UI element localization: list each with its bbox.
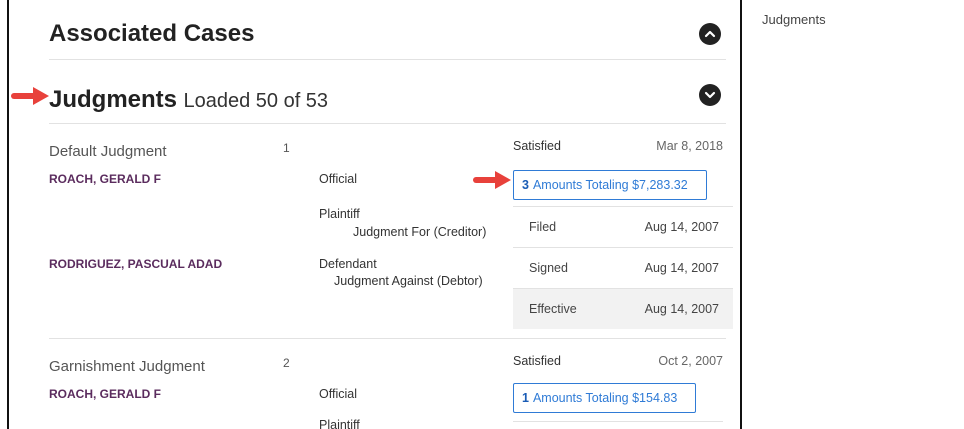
amount-label: Amounts Totaling $154.83 (532, 391, 678, 405)
divider (49, 59, 726, 60)
amounts-button[interactable]: 1 Amounts Totaling $154.83 (513, 383, 696, 413)
party-role-detail: Judgment For (Creditor) (353, 225, 487, 239)
chevron-down-icon[interactable] (699, 84, 721, 106)
amount-count: 3 (522, 178, 529, 192)
party-name[interactable]: RODRIGUEZ, PASCUAL ADAD (49, 257, 222, 271)
party-role: Official (319, 172, 357, 186)
date-row: Signed Aug 14, 2007 (513, 247, 733, 289)
associated-cases-title: Associated Cases (49, 20, 255, 47)
annotation-arrow-icon (473, 171, 511, 189)
annotation-arrow-icon (11, 87, 49, 105)
judgments-header[interactable]: Judgments Loaded 50 of 53 (49, 86, 726, 114)
judgment-type: Garnishment Judgment (49, 358, 205, 375)
party-role-detail: Judgment Against (Debtor) (334, 274, 483, 288)
judgment-status: Satisfied (513, 354, 561, 368)
judgment-number: 2 (283, 356, 290, 370)
date-value: Aug 14, 2007 (639, 247, 733, 289)
party-role: Plaintiff (319, 207, 360, 221)
party-role: Defendant (319, 257, 377, 271)
judgments-title: Judgments (49, 86, 178, 113)
judgments-loaded-count: Loaded 50 of 53 (183, 90, 329, 112)
main-content: Associated Cases Judgments Loaded 50 of … (7, 0, 742, 429)
sidebar-item-judgments[interactable]: Judgments (762, 12, 826, 27)
party-name[interactable]: ROACH, GERALD F (49, 172, 161, 186)
associated-cases-header[interactable]: Associated Cases (49, 20, 726, 48)
date-label: Effective (513, 288, 639, 329)
party-name[interactable]: ROACH, GERALD F (49, 387, 161, 401)
date-row: Filed Aug 14, 2007 (513, 206, 733, 248)
amount-count: 1 (522, 391, 529, 405)
judgment-status: Satisfied (513, 139, 561, 153)
date-label: Signed (513, 247, 639, 289)
judgment-dates-table: Filed Aug 14, 2007 Signed Aug 14, 2007 E… (513, 206, 733, 329)
date-row: Effective Aug 14, 2007 (513, 288, 733, 329)
judgment-type: Default Judgment (49, 143, 167, 160)
divider (49, 123, 726, 124)
chevron-up-icon[interactable] (699, 23, 721, 45)
party-role: Official (319, 387, 357, 401)
judgment-number: 1 (283, 141, 290, 155)
divider (513, 421, 723, 422)
party-role: Plaintiff (319, 418, 360, 429)
date-value: Aug 14, 2007 (639, 288, 733, 329)
amounts-button[interactable]: 3 Amounts Totaling $7,283.32 (513, 170, 707, 200)
divider (49, 338, 726, 339)
judgment-status-date: Oct 2, 2007 (658, 354, 723, 368)
date-value: Aug 14, 2007 (639, 206, 733, 248)
date-label: Filed (513, 206, 639, 248)
amount-label: Amounts Totaling $7,283.32 (532, 178, 688, 192)
judgment-status-date: Mar 8, 2018 (656, 139, 723, 153)
